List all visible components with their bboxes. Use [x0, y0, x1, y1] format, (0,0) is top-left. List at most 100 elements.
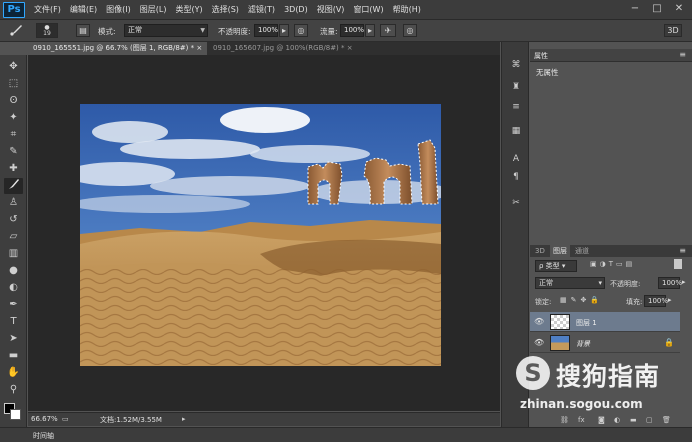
fill-arrow-icon[interactable]: ▸: [668, 296, 672, 304]
layer-row-background[interactable]: 👁 背景 🔒: [530, 333, 680, 353]
close-button[interactable]: ✕: [670, 2, 688, 16]
properties-panel-header: 属性 ≡: [530, 49, 692, 62]
options-bar: ● 19 ▤ 模式: 正常 ▼ 不透明度: 100% ▸ ◎ 流量: 100% ▸…: [0, 20, 692, 42]
layer-lock-icon: 🔒: [664, 338, 674, 347]
menu-3d[interactable]: 3D(D): [284, 5, 308, 14]
workspace-3d-button[interactable]: 3D: [664, 24, 682, 37]
tab-channels[interactable]: 通道: [572, 245, 592, 257]
status-menu-arrow-icon[interactable]: ▸: [182, 415, 186, 423]
magic-wand-tool-icon[interactable]: ✦: [4, 110, 23, 126]
adjustments-panel-icon[interactable]: ≡: [507, 100, 525, 115]
eraser-tool-icon[interactable]: ▱: [4, 229, 23, 245]
timeline-tab[interactable]: 时间轴: [33, 431, 54, 441]
menu-image[interactable]: 图像(I): [106, 4, 131, 15]
history-brush-tool-icon[interactable]: ↺: [4, 212, 23, 228]
maximize-button[interactable]: □: [648, 2, 666, 16]
path-selection-tool-icon[interactable]: ➤: [4, 331, 23, 347]
marquee-tool-icon[interactable]: ⬚: [4, 76, 23, 92]
flow-dropdown-icon[interactable]: ▸: [365, 24, 375, 37]
menu-select[interactable]: 选择(S): [212, 4, 239, 15]
menu-type[interactable]: 类型(Y): [175, 4, 202, 15]
watermark-url: zhinan.sogou.com: [520, 397, 643, 411]
layer-filter-icons[interactable]: ▣◑T▭▤: [590, 260, 635, 268]
type-tool-icon[interactable]: T: [4, 314, 23, 330]
layer-thumbnail: [550, 335, 570, 351]
visibility-eye-icon[interactable]: 👁: [534, 317, 544, 326]
gradient-tool-icon[interactable]: ▥: [4, 246, 23, 262]
blur-tool-icon[interactable]: ●: [4, 263, 23, 279]
menu-bar: Ps 文件(F) 编辑(E) 图像(I) 图层(L) 类型(Y) 选择(S) 滤…: [0, 0, 692, 20]
canvas-workspace[interactable]: [28, 55, 500, 411]
fill-input[interactable]: 100%: [644, 295, 668, 307]
layer-opacity-arrow-icon[interactable]: ▸: [682, 278, 686, 286]
sogou-logo-icon: S: [516, 356, 550, 390]
crop-tool-icon[interactable]: ⌗: [4, 127, 23, 143]
mode-select[interactable]: 正常 ▼: [124, 24, 208, 37]
zoom-level[interactable]: 66.67%: [31, 415, 58, 423]
layer-thumbnail: [550, 314, 570, 330]
mode-label: 模式:: [98, 27, 116, 36]
actions-panel-icon[interactable]: ♜: [507, 80, 525, 95]
character-panel-icon[interactable]: A: [507, 152, 525, 167]
layers-panel-menu-icon[interactable]: ≡: [679, 246, 686, 255]
dodge-tool-icon[interactable]: ◐: [4, 280, 23, 296]
tool-presets-panel-icon[interactable]: ✂: [507, 196, 525, 211]
tab-document-1[interactable]: 0910_165551.jpg @ 66.7% (图层 1, RGB/8#) *…: [28, 42, 208, 55]
layer-name[interactable]: 图层 1: [576, 318, 597, 328]
healing-brush-tool-icon[interactable]: ✚: [4, 161, 23, 177]
fill-label: 填充:: [626, 298, 643, 306]
blend-mode-select[interactable]: 正常 ▾: [535, 277, 605, 289]
menu-file[interactable]: 文件(F): [34, 4, 61, 15]
menu-filter[interactable]: 滤镜(T): [248, 4, 275, 15]
menu-layer[interactable]: 图层(L): [140, 4, 167, 15]
shape-tool-icon[interactable]: ▬: [4, 348, 23, 364]
status-bar: 66.67% ▭ 文档:1.52M/3.55M ▸: [28, 412, 500, 426]
lock-icons[interactable]: ▦✎✥🔒: [560, 296, 603, 304]
layer-name[interactable]: 背景: [576, 339, 590, 349]
layer-opacity-input[interactable]: 100%: [658, 277, 682, 289]
desert-image: [65, 104, 450, 366]
filter-toggle-switch[interactable]: [674, 259, 682, 269]
brush-panel-toggle-icon[interactable]: ▤: [76, 24, 90, 37]
tab-layers[interactable]: 图层: [550, 245, 570, 257]
panel-menu-icon[interactable]: ≡: [679, 50, 686, 59]
pressure-opacity-icon[interactable]: ◎: [294, 24, 308, 37]
no-properties-text: 无属性: [536, 68, 559, 77]
history-panel-icon[interactable]: ⌘: [507, 58, 525, 73]
brush-tool-icon[interactable]: [6, 24, 26, 37]
hand-tool-icon[interactable]: ✋: [4, 365, 23, 381]
brush-tool-icon[interactable]: [4, 178, 23, 194]
eyedropper-tool-icon[interactable]: ✎: [4, 144, 23, 160]
layer-filter-select[interactable]: ρ 类型 ▾: [535, 260, 577, 272]
menu-view[interactable]: 视图(V): [317, 4, 345, 15]
paragraph-panel-icon[interactable]: ¶: [507, 170, 525, 185]
timeline-bar: 时间轴: [0, 427, 692, 442]
zoom-tool-icon[interactable]: ⚲: [4, 382, 23, 398]
opacity-input[interactable]: 100%: [254, 24, 278, 37]
document-tab-bar: 0910_165551.jpg @ 66.7% (图层 1, RGB/8#) *…: [28, 42, 500, 55]
menu-window[interactable]: 窗口(W): [353, 4, 383, 15]
layer-row-layer1[interactable]: 👁 图层 1: [530, 312, 680, 332]
lock-label: 锁定:: [535, 298, 552, 306]
swatches-panel-icon[interactable]: ▦: [507, 124, 525, 139]
menu-help[interactable]: 帮助(H): [393, 4, 421, 15]
tab-3d[interactable]: 3D: [532, 245, 548, 257]
clone-stamp-tool-icon[interactable]: ♙: [4, 195, 23, 211]
pressure-size-icon[interactable]: ◎: [403, 24, 417, 37]
tab-document-2[interactable]: 0910_165607.jpg @ 100%(RGB/8#) * ×: [208, 42, 358, 55]
background-color-swatch[interactable]: [10, 409, 21, 420]
lasso-tool-icon[interactable]: ʘ: [4, 93, 23, 109]
document-canvas[interactable]: [65, 104, 450, 366]
pen-tool-icon[interactable]: ✒: [4, 297, 23, 313]
properties-title[interactable]: 属性: [534, 51, 548, 61]
minimize-button[interactable]: −: [626, 2, 644, 16]
visibility-eye-icon[interactable]: 👁: [534, 338, 544, 347]
airbrush-icon[interactable]: ✈: [380, 24, 396, 37]
flow-input[interactable]: 100%: [340, 24, 364, 37]
move-tool-icon[interactable]: ✥: [4, 59, 23, 75]
brush-preset-picker[interactable]: ● 19: [36, 23, 58, 38]
opacity-dropdown-icon[interactable]: ▸: [279, 24, 289, 37]
sogou-watermark: S 搜狗指南 zhinan.sogou.com: [512, 353, 692, 423]
menu-edit[interactable]: 编辑(E): [70, 4, 97, 15]
layer-opacity-label: 不透明度:: [610, 280, 641, 288]
